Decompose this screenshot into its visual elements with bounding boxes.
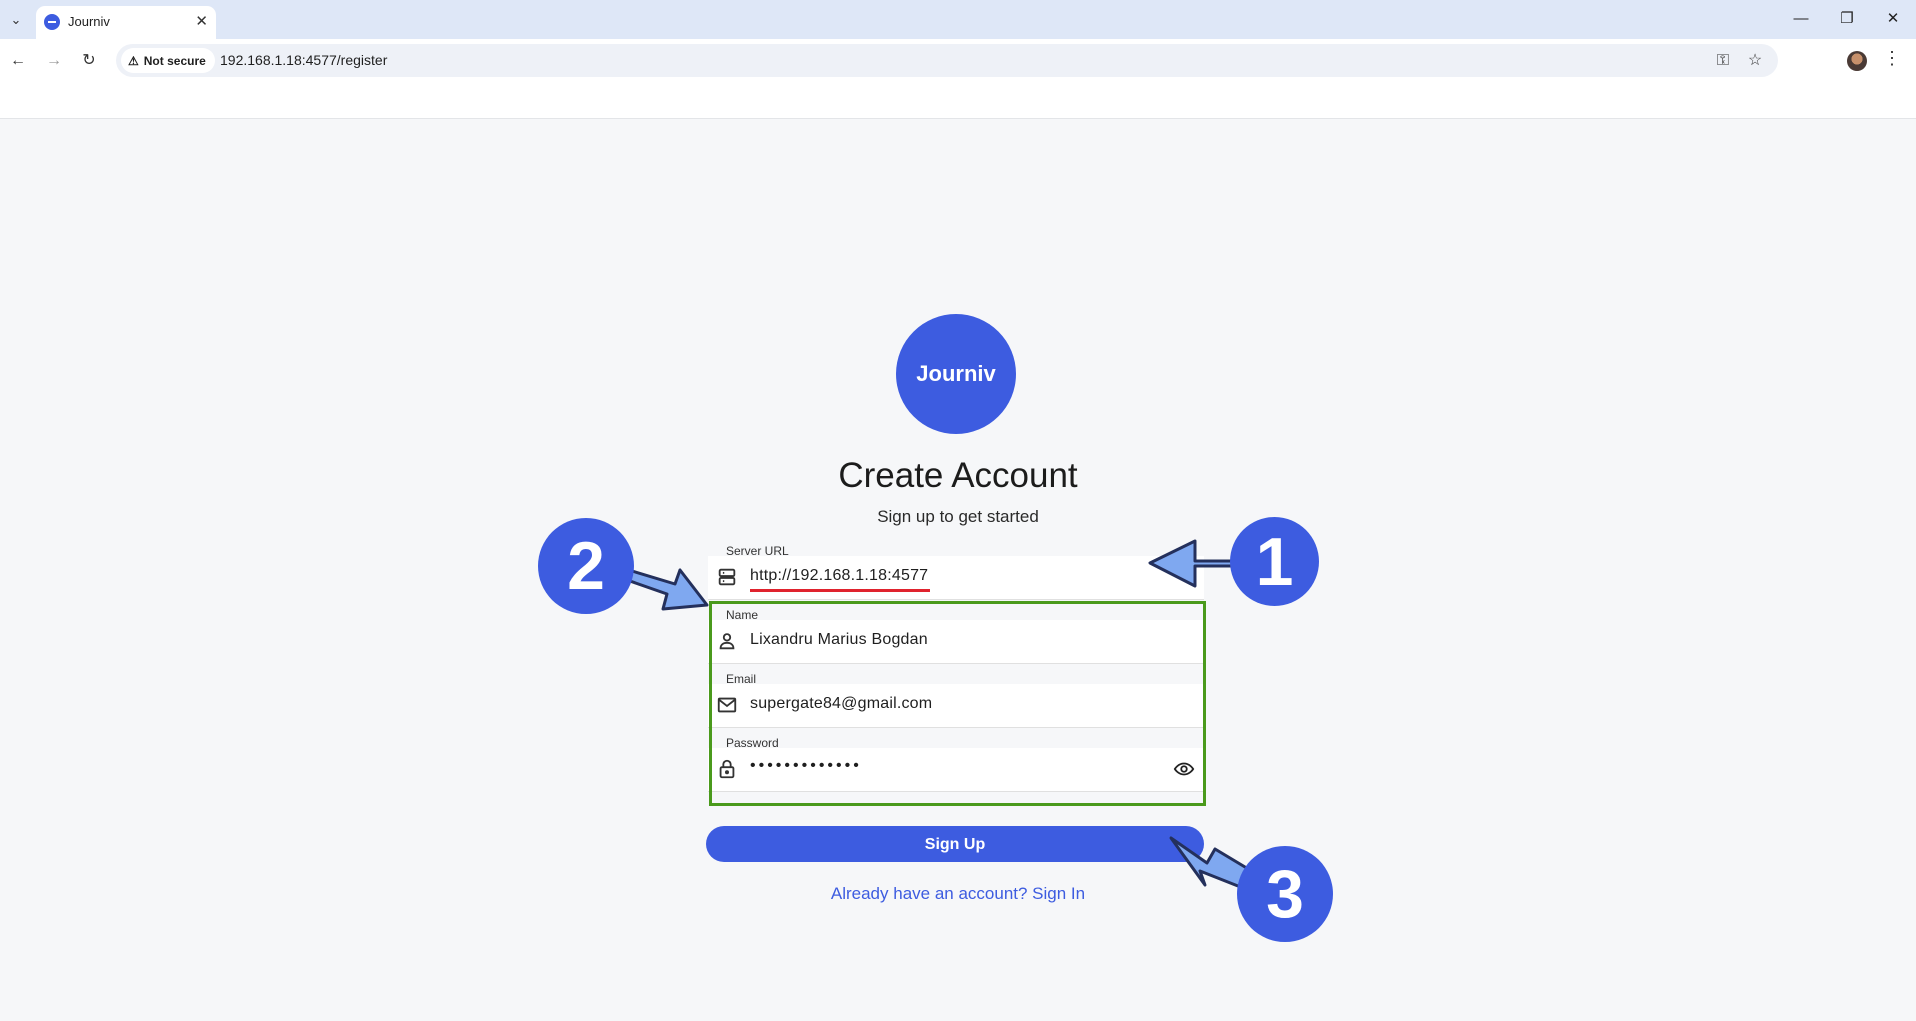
browser-tab-bar: ⌄ Journiv ✕ — ❐ ✕ [0, 0, 1916, 39]
divider [0, 118, 1916, 119]
journiv-favicon-icon [44, 14, 60, 30]
page-top-bar [0, 83, 1916, 118]
browser-menu-icon[interactable]: ⋮ [1883, 48, 1901, 69]
tab-title: Journiv [68, 14, 110, 29]
tab-search-icon[interactable]: ⌄ [4, 8, 28, 32]
profile-avatar[interactable] [1847, 51, 1867, 71]
sign-up-button[interactable]: Sign Up [706, 826, 1204, 862]
server-url-input[interactable]: http://192.168.1.18:4577 [708, 556, 1204, 600]
forward-icon[interactable]: → [42, 49, 66, 73]
journiv-logo: Journiv [896, 314, 1016, 434]
browser-toolbar: ← → ↻ ⚠ Not secure 192.168.1.18:4577/reg… [0, 39, 1916, 83]
page-subtitle: Sign up to get started [877, 507, 1039, 526]
annotation-badge-1: 1 [1230, 517, 1319, 606]
url-text[interactable]: 192.168.1.18:4577/register [220, 52, 387, 68]
annotation-badge-3: 3 [1237, 846, 1333, 942]
arrow-2 [625, 568, 709, 611]
restore-icon[interactable]: ❐ [1827, 6, 1867, 32]
server-url-field[interactable]: http://192.168.1.18:4577 Server URL [708, 544, 1204, 600]
server-url-label: Server URL [726, 544, 789, 558]
address-bar[interactable]: ⚠ Not secure 192.168.1.18:4577/register … [116, 44, 1778, 77]
warning-icon: ⚠ [128, 53, 139, 68]
security-label: Not secure [143, 53, 206, 68]
server-url-value: http://192.168.1.18:4577 [750, 567, 929, 584]
close-window-icon[interactable]: ✕ [1873, 6, 1913, 32]
password-key-icon[interactable]: ⚿ [1712, 50, 1734, 72]
sign-in-link[interactable]: Already have an account? Sign In [0, 884, 1916, 904]
bookmark-star-icon[interactable]: ☆ [1744, 50, 1766, 72]
reload-icon[interactable]: ↻ [77, 49, 101, 73]
browser-tab[interactable]: Journiv ✕ [36, 6, 216, 39]
back-icon[interactable]: ← [6, 49, 30, 73]
page-title: Create Account [838, 456, 1078, 495]
annotation-badge-2: 2 [538, 518, 634, 614]
highlight-box [709, 601, 1206, 806]
minimize-icon[interactable]: — [1781, 6, 1821, 32]
close-tab-icon[interactable]: ✕ [195, 12, 208, 30]
url-underline-highlight [750, 589, 930, 592]
server-icon [718, 568, 736, 586]
security-chip[interactable]: ⚠ Not secure [121, 48, 215, 73]
